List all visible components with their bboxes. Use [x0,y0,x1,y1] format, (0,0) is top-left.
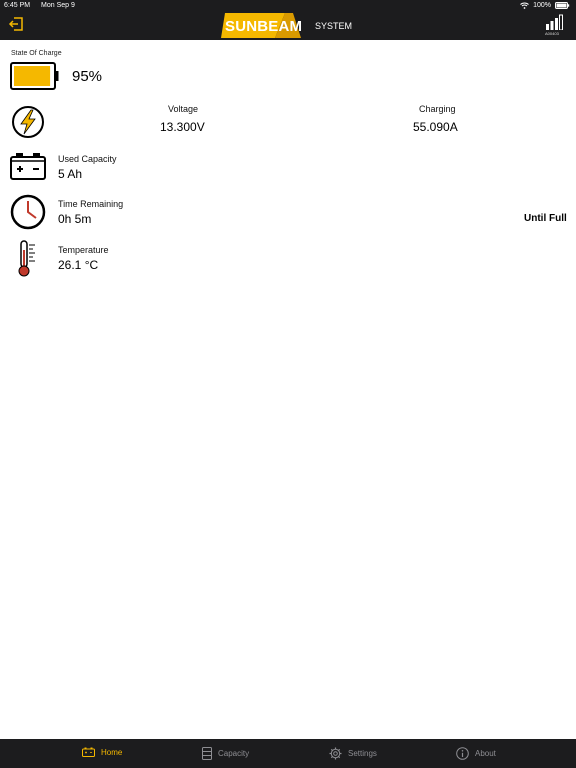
tab-bar: Home Capacity Settings About [0,739,576,768]
charging-label: Charging [419,104,456,114]
tab-home-label: Home [101,747,123,757]
tab-home[interactable]: Home [82,747,122,757]
battery-icon [82,747,95,757]
logo-suffix: SYSTEM [315,21,353,31]
status-battery-percent: 100% [533,2,551,9]
tab-capacity[interactable]: Capacity [202,747,249,760]
battery-level-icon [10,62,60,90]
time-remaining-note: Until Full [524,213,567,224]
tab-about-label: About [475,749,496,758]
info-icon [456,747,469,760]
status-bar-left: 6:45 PM Mon Sep 9 [4,2,75,9]
logout-button[interactable] [8,15,26,33]
tab-about[interactable]: About [456,747,496,760]
status-battery-icon [555,2,570,9]
time-remaining-value: 0h 5m [58,212,92,226]
wifi-icon [520,2,529,9]
charging-value: 55.090A [413,120,458,134]
device-id: A00403 [545,31,559,36]
thermometer-icon [18,240,40,282]
time-remaining-label: Time Remaining [58,199,124,209]
top-bar: 6:45 PM Mon Sep 9 100% SUNBEAM SYSTEM A0… [0,0,576,40]
logo-word: SUNBEAM [225,18,303,35]
capacity-icon [202,747,212,760]
used-capacity-label: Used Capacity [58,154,117,164]
status-time: 6:45 PM [4,2,31,9]
tab-settings-label: Settings [348,749,377,758]
voltage-value: 13.300V [160,120,205,134]
lightning-icon [11,105,45,144]
voltage-label: Voltage [168,104,199,114]
sunbeam-logo: SUNBEAM SYSTEM [221,13,355,38]
temperature-value: 26.1 °C [58,258,99,272]
gear-icon [329,747,342,760]
state-of-charge-value: 95% [72,68,103,85]
tab-settings[interactable]: Settings [329,747,377,760]
tab-capacity-label: Capacity [218,749,250,758]
state-of-charge-label: State Of Charge [11,50,62,57]
car-battery-icon [10,152,46,187]
status-date: Mon Sep 9 [41,2,75,9]
signal-strength-icon[interactable] [545,14,565,31]
battery-fill [14,66,51,86]
status-bar-right: 100% [520,2,570,9]
clock-icon [10,194,46,235]
temperature-label: Temperature [58,245,109,255]
used-capacity-value: 5 Ah [58,167,83,181]
logout-icon [8,17,23,31]
